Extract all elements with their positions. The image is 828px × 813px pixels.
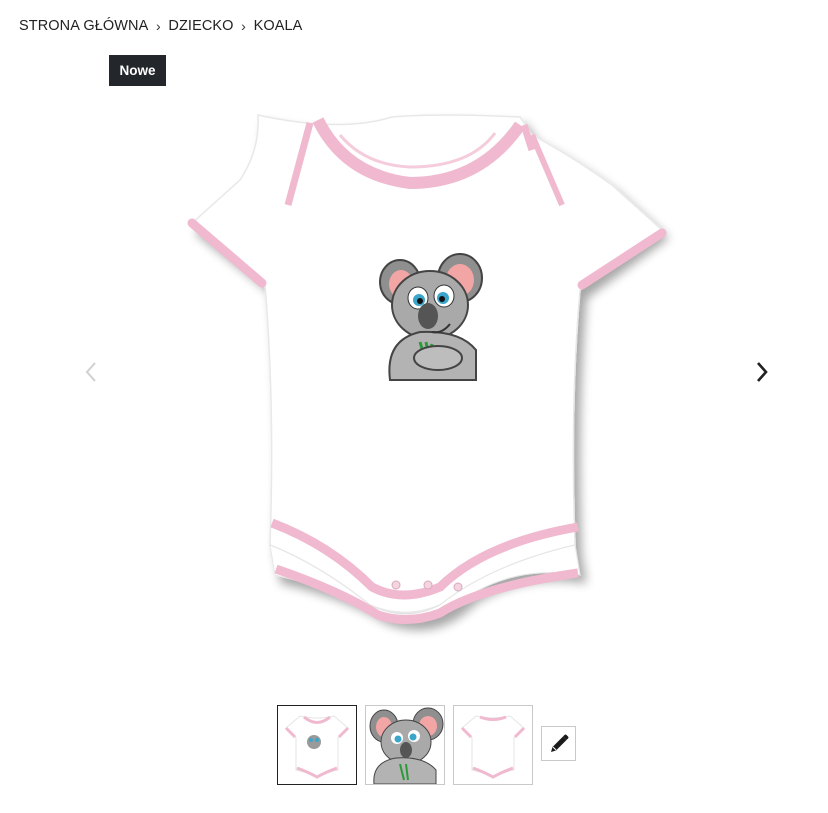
pencil-icon [550,734,568,752]
breadcrumb-category-link[interactable]: DZIECKO [168,18,233,34]
chevron-left-icon [85,362,96,382]
breadcrumb-separator-icon: › [156,18,161,34]
new-badge: Nowe [109,55,166,86]
gallery-prev-button[interactable] [79,355,103,389]
thumb-koala-design[interactable] [365,705,445,785]
breadcrumb: STRONA GŁÓWNA › DZIECKO › KOALA [19,18,302,34]
breadcrumb-separator-icon: › [241,18,246,34]
breadcrumb-home-link[interactable]: STRONA GŁÓWNA [19,18,148,34]
gallery-next-button[interactable] [750,355,774,389]
product-main-image[interactable] [140,95,700,675]
breadcrumb-current: KOALA [253,18,303,34]
thumb-bodysuit-back[interactable] [453,705,533,785]
koala-print [379,253,483,381]
chevron-right-icon [757,362,768,382]
thumb-bodysuit-front[interactable] [277,705,357,785]
thumbnail-strip [277,705,576,785]
edit-design-button[interactable] [541,726,576,761]
